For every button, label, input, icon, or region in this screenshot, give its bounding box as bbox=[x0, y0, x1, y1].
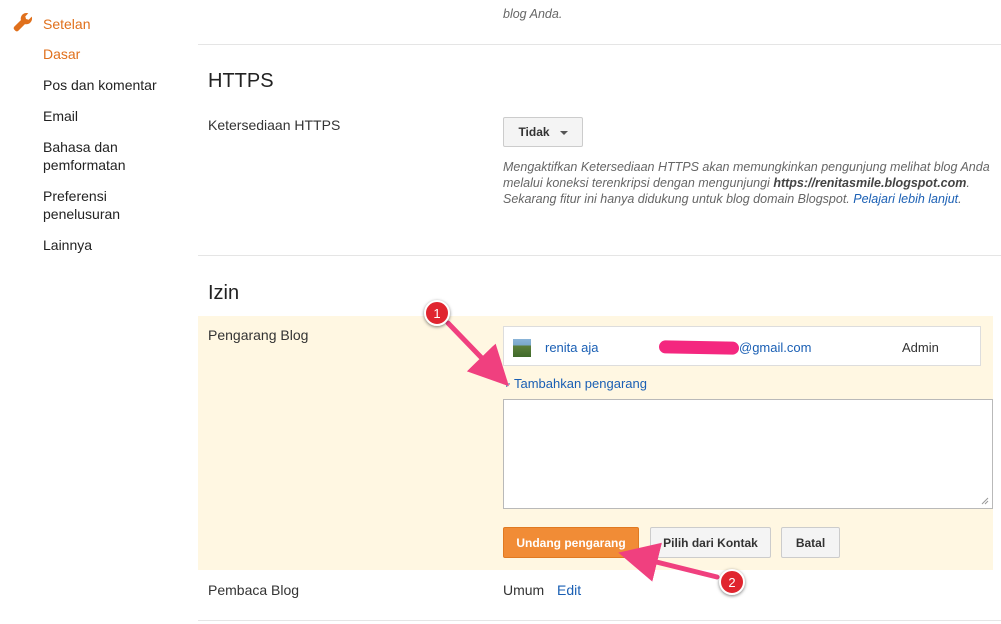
add-author-link[interactable]: + Tambahkan pengarang bbox=[503, 376, 647, 391]
https-desc-end: . bbox=[958, 192, 962, 206]
https-description: Mengaktifkan Ketersediaan HTTPS akan mem… bbox=[503, 159, 993, 207]
annotation-marker-1: 1 bbox=[424, 300, 450, 326]
invite-email-textarea[interactable] bbox=[503, 399, 993, 509]
settings-sidebar: Setelan Dasar Pos dan komentar Email Bah… bbox=[0, 0, 190, 624]
divider bbox=[198, 620, 1001, 621]
https-select[interactable]: Tidak bbox=[503, 117, 583, 147]
blog-readers-value: Umum bbox=[503, 582, 545, 598]
https-availability-label: Ketersediaan HTTPS bbox=[208, 117, 341, 133]
wrench-icon bbox=[12, 11, 34, 36]
author-role: Admin bbox=[902, 340, 939, 355]
resize-grip-icon[interactable] bbox=[981, 497, 989, 505]
sidebar-item-lainnya[interactable]: Lainnya bbox=[43, 236, 92, 254]
author-name[interactable]: renita aja bbox=[545, 340, 598, 355]
author-email[interactable]: @gmail.com bbox=[739, 340, 811, 355]
https-desc-url: https://renitasmile.blogspot.com bbox=[773, 176, 967, 190]
author-row: renita aja @gmail.com Admin bbox=[503, 326, 981, 366]
https-section-title: HTTPS bbox=[208, 70, 274, 92]
chevron-down-icon bbox=[559, 131, 568, 135]
divider bbox=[198, 44, 1001, 45]
settings-main: blog Anda. HTTPS Ketersediaan HTTPS Tida… bbox=[198, 0, 1001, 624]
redaction-mark bbox=[658, 340, 740, 355]
learn-more-link[interactable]: Pelajari lebih lanjut bbox=[853, 192, 958, 206]
sidebar-item-dasar[interactable]: Dasar bbox=[43, 45, 80, 63]
previous-section-description: blog Anda. bbox=[503, 7, 563, 21]
sidebar-item-bahasa[interactable]: Bahasa dan pemformatan bbox=[43, 138, 153, 174]
readers-edit-link[interactable]: Edit bbox=[557, 582, 581, 598]
sidebar-item-pos-dan-komentar[interactable]: Pos dan komentar bbox=[43, 76, 157, 94]
settings-header[interactable]: Setelan bbox=[12, 11, 90, 36]
settings-header-label: Setelan bbox=[43, 15, 91, 32]
sidebar-item-preferensi[interactable]: Preferensi penelusuran bbox=[43, 187, 153, 223]
sidebar-item-email[interactable]: Email bbox=[43, 107, 78, 125]
annotation-marker-2: 2 bbox=[719, 569, 745, 595]
choose-contacts-button[interactable]: Pilih dari Kontak bbox=[650, 527, 771, 558]
divider bbox=[198, 255, 1001, 256]
blog-readers-label: Pembaca Blog bbox=[208, 582, 300, 598]
avatar bbox=[513, 339, 531, 357]
cancel-button[interactable]: Batal bbox=[781, 527, 840, 558]
permissions-section-title: Izin bbox=[208, 282, 240, 304]
invite-authors-button[interactable]: Undang pengarang bbox=[503, 527, 639, 558]
blog-authors-label: Pengarang Blog bbox=[208, 327, 309, 343]
https-select-value: Tidak bbox=[518, 125, 550, 139]
